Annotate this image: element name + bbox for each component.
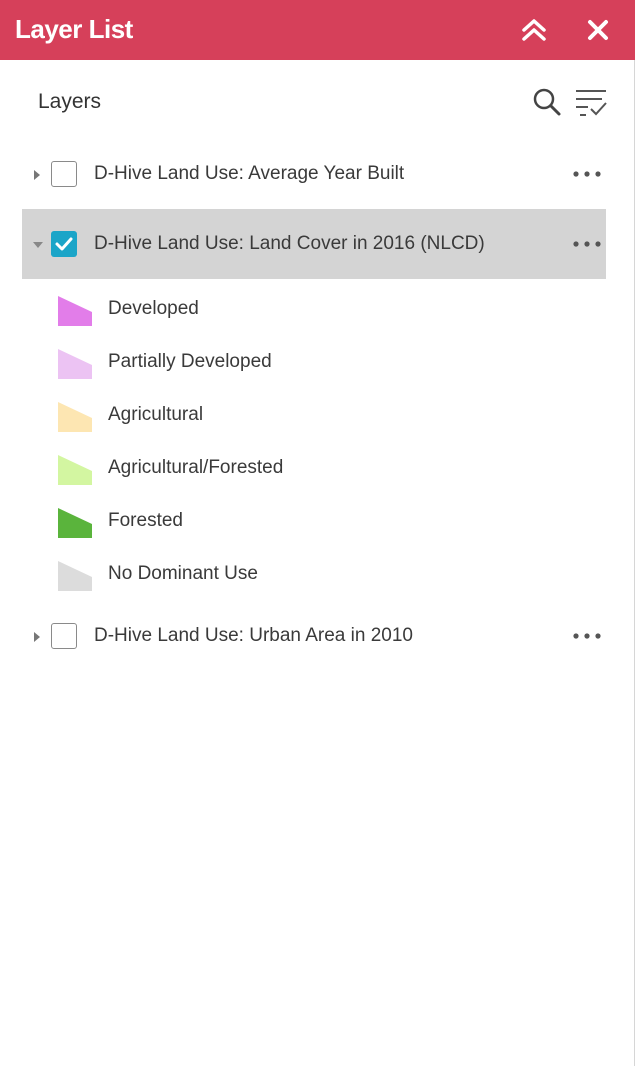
panel-title: Layer List [15,14,133,44]
legend-label: No Dominant Use [108,563,258,584]
panel-titlebar: Layer List [0,0,635,60]
layer-visibility-checkbox[interactable] [51,161,77,187]
filter-list-icon[interactable] [574,85,608,119]
more-options-icon[interactable] [570,627,604,645]
layer-row-urban-area-2010[interactable]: D-Hive Land Use: Urban Area in 2010 [22,601,606,671]
caret-down-icon[interactable] [32,238,43,250]
layer-label: D-Hive Land Use: Urban Area in 2010 [94,625,413,646]
layer-label: D-Hive Land Use: Average Year Built [94,163,405,184]
legend-label: Agricultural [108,404,204,425]
more-options-icon[interactable] [570,165,604,183]
close-icon[interactable] [582,14,614,46]
layer-list-panel: Layer List Layers D-Hive Land Use: Avera… [0,0,635,1066]
chevron-double-up-icon[interactable] [518,16,550,44]
legend-item: Agricultural [56,396,576,449]
legend-label: Partially Developed [108,351,272,372]
layer-visibility-checkbox[interactable] [51,231,77,257]
legend-item: Partially Developed [56,343,576,396]
search-icon[interactable] [532,87,562,117]
layers-heading: Layers [38,90,102,113]
legend-label: Agricultural/Forested [108,457,284,478]
layer-visibility-checkbox[interactable] [51,623,77,649]
legend-swatch [58,561,92,591]
layer-label: D-Hive Land Use: Land Cover in 2016 (NLC… [94,233,485,254]
layer-legend: Developed Partially Developed Agricultur… [56,290,576,608]
layer-row-land-cover-2016[interactable]: D-Hive Land Use: Land Cover in 2016 (NLC… [22,209,606,279]
legend-label: Forested [108,510,183,531]
legend-swatch [58,402,92,432]
caret-right-icon[interactable] [32,168,42,180]
layers-header: Layers [0,60,635,148]
caret-right-icon[interactable] [32,630,42,642]
legend-swatch [58,296,92,326]
legend-swatch [58,349,92,379]
legend-label: Developed [108,298,199,319]
legend-swatch [58,455,92,485]
legend-item: Forested [56,502,576,555]
legend-item: Developed [56,290,576,343]
legend-item: Agricultural/Forested [56,449,576,502]
legend-swatch [58,508,92,538]
layer-row-average-year-built[interactable]: D-Hive Land Use: Average Year Built [22,139,606,209]
more-options-icon[interactable] [570,235,604,253]
